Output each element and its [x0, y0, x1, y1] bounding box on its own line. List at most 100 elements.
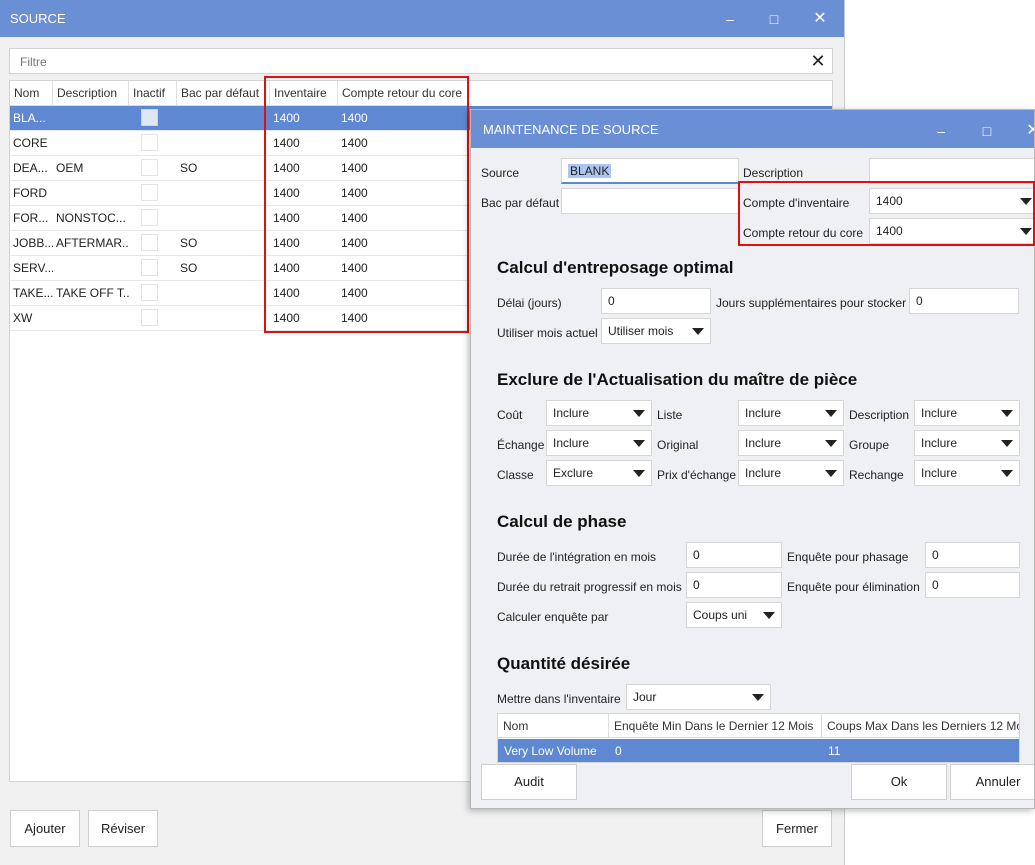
quantity-header-min[interactable]: Enquête Min Dans le Dernier 12 Mois [609, 714, 822, 738]
filter-input[interactable] [18, 53, 798, 71]
inactive-checkbox[interactable] [141, 234, 158, 251]
cell-bac: SO [180, 261, 198, 275]
inactive-checkbox[interactable] [141, 159, 158, 176]
exclude-value-classe: Exclure [553, 466, 594, 480]
ok-button[interactable]: Ok [851, 764, 947, 800]
put-in-inventory-dropdown[interactable]: Jour [626, 684, 771, 710]
source-field[interactable]: BLANK [561, 158, 739, 184]
extra-days-field[interactable]: 0 [909, 288, 1019, 314]
chevron-down-icon [1001, 440, 1013, 447]
cell-bac: SO [180, 161, 198, 175]
calc-survey-dropdown[interactable]: Coups uni [686, 602, 782, 628]
cell-inventaire: 1400 [273, 236, 300, 250]
cell-inventaire: 1400 [273, 136, 300, 150]
phase-out-field[interactable]: 0 [686, 572, 782, 598]
exclude-dropdown-original[interactable]: Inclure [738, 430, 844, 456]
column-header-inactif[interactable]: Inactif [129, 81, 177, 106]
cell-nom: CORE [13, 136, 48, 150]
exclude-value-rechange: Inclure [921, 466, 958, 480]
inactive-checkbox[interactable] [141, 109, 158, 126]
cancel-button[interactable]: Annuler [950, 764, 1034, 800]
exclude-dropdown-liste[interactable]: Inclure [738, 400, 844, 426]
inventory-account-dropdown[interactable]: 1400 [869, 188, 1034, 214]
inactive-checkbox[interactable] [141, 134, 158, 151]
default-bin-field[interactable] [561, 188, 739, 214]
exclude-dropdown-echange[interactable]: Inclure [546, 430, 652, 456]
exclude-label-cout: Coût [497, 408, 523, 422]
close-icon[interactable]: ✕ [1021, 120, 1034, 142]
current-month-dropdown[interactable]: Utiliser mois [601, 318, 711, 344]
cell-bac [177, 181, 270, 205]
cell-compte-retour: 1400 [341, 111, 368, 125]
table-row[interactable]: Very Low Volume 0 11 [498, 739, 1019, 762]
source-titlebar: SOURCE – □ ✕ [0, 0, 844, 37]
maximize-icon[interactable]: □ [975, 120, 999, 142]
cell-compte-retour: 1400 [341, 161, 368, 175]
inactive-checkbox[interactable] [141, 309, 158, 326]
source-value: BLANK [568, 164, 612, 178]
inactive-checkbox[interactable] [141, 209, 158, 226]
clear-filter-icon[interactable]: ✕ [808, 51, 828, 71]
exclude-dropdown-cout[interactable]: Inclure [546, 400, 652, 426]
extra-days-label: Jours supplémentaires pour stocker [716, 296, 907, 310]
survey-phase-field[interactable]: 0 [925, 542, 1020, 568]
inactive-checkbox[interactable] [141, 259, 158, 276]
cell-bac [177, 281, 270, 305]
minimize-icon[interactable]: – [718, 8, 742, 30]
review-button[interactable]: Réviser [88, 810, 158, 847]
exclude-value-echange: Inclure [553, 436, 590, 450]
delay-field[interactable]: 0 [601, 288, 711, 314]
column-header-nom[interactable]: Nom [10, 81, 53, 106]
current-month-label: Utiliser mois actuel [497, 326, 598, 340]
quantity-header-nom[interactable]: Nom [498, 714, 609, 738]
cell-description [53, 306, 129, 330]
column-header-inventaire[interactable]: Inventaire [270, 81, 338, 106]
cell-inventaire: 1400 [273, 161, 300, 175]
phase-out-label: Durée du retrait progressif en mois [497, 580, 682, 594]
inactive-checkbox[interactable] [141, 284, 158, 301]
exclude-heading: Exclure de l'Actualisation du maître de … [497, 370, 858, 389]
cell-bac [177, 206, 270, 230]
exclude-label-echange: Échange [497, 438, 545, 452]
exclude-dropdown-groupe[interactable]: Inclure [914, 430, 1020, 456]
survey-elim-field[interactable]: 0 [925, 572, 1020, 598]
inactive-checkbox[interactable] [141, 184, 158, 201]
exclude-label-rechange: Rechange [849, 468, 904, 482]
cell-description: TAKE OFF T... [56, 286, 129, 300]
audit-button[interactable]: Audit [481, 764, 577, 800]
column-header-bac[interactable]: Bac par défaut [177, 81, 270, 106]
column-header-description[interactable]: Description [53, 81, 129, 106]
maximize-icon[interactable]: □ [762, 8, 786, 30]
chevron-down-icon [1020, 228, 1032, 235]
quantity-cell-max: 11 [828, 744, 841, 758]
exclude-value-prix-echange: Inclure [745, 466, 782, 480]
exclude-dropdown-description[interactable]: Inclure [914, 400, 1020, 426]
close-icon[interactable]: ✕ [808, 8, 832, 30]
cell-description [53, 131, 129, 155]
exclude-dropdown-classe[interactable]: Exclure [546, 460, 652, 486]
quantity-header-max[interactable]: Coups Max Dans les Derniers 12 Mois [822, 714, 1019, 738]
cell-description: AFTERMAR... [56, 236, 129, 250]
minimize-icon[interactable]: – [929, 120, 953, 142]
phase-in-field[interactable]: 0 [686, 542, 782, 568]
maintenance-dialog-title: MAINTENANCE DE SOURCE [483, 122, 659, 137]
add-button[interactable]: Ajouter [10, 810, 80, 847]
chevron-down-icon [752, 694, 764, 701]
exclude-dropdown-rechange[interactable]: Inclure [914, 460, 1020, 486]
delay-label: Délai (jours) [497, 296, 562, 310]
cell-description [53, 256, 129, 280]
quantity-cell-min: 0 [615, 744, 622, 758]
cell-compte-retour: 1400 [341, 236, 368, 250]
close-button[interactable]: Fermer [762, 810, 832, 847]
description-field[interactable] [869, 158, 1034, 184]
current-month-value: Utiliser mois [608, 324, 674, 338]
exclude-dropdown-prix-echange[interactable]: Inclure [738, 460, 844, 486]
cell-compte-retour: 1400 [341, 286, 368, 300]
cell-description: NONSTOC... [56, 211, 126, 225]
quantity-heading: Quantité désirée [497, 654, 631, 673]
column-header-compte-retour[interactable]: Compte retour du core [338, 81, 468, 106]
core-return-dropdown[interactable]: 1400 [869, 218, 1034, 244]
cell-compte-retour: 1400 [341, 211, 368, 225]
chevron-down-icon [825, 470, 837, 477]
cell-compte-retour: 1400 [341, 261, 368, 275]
